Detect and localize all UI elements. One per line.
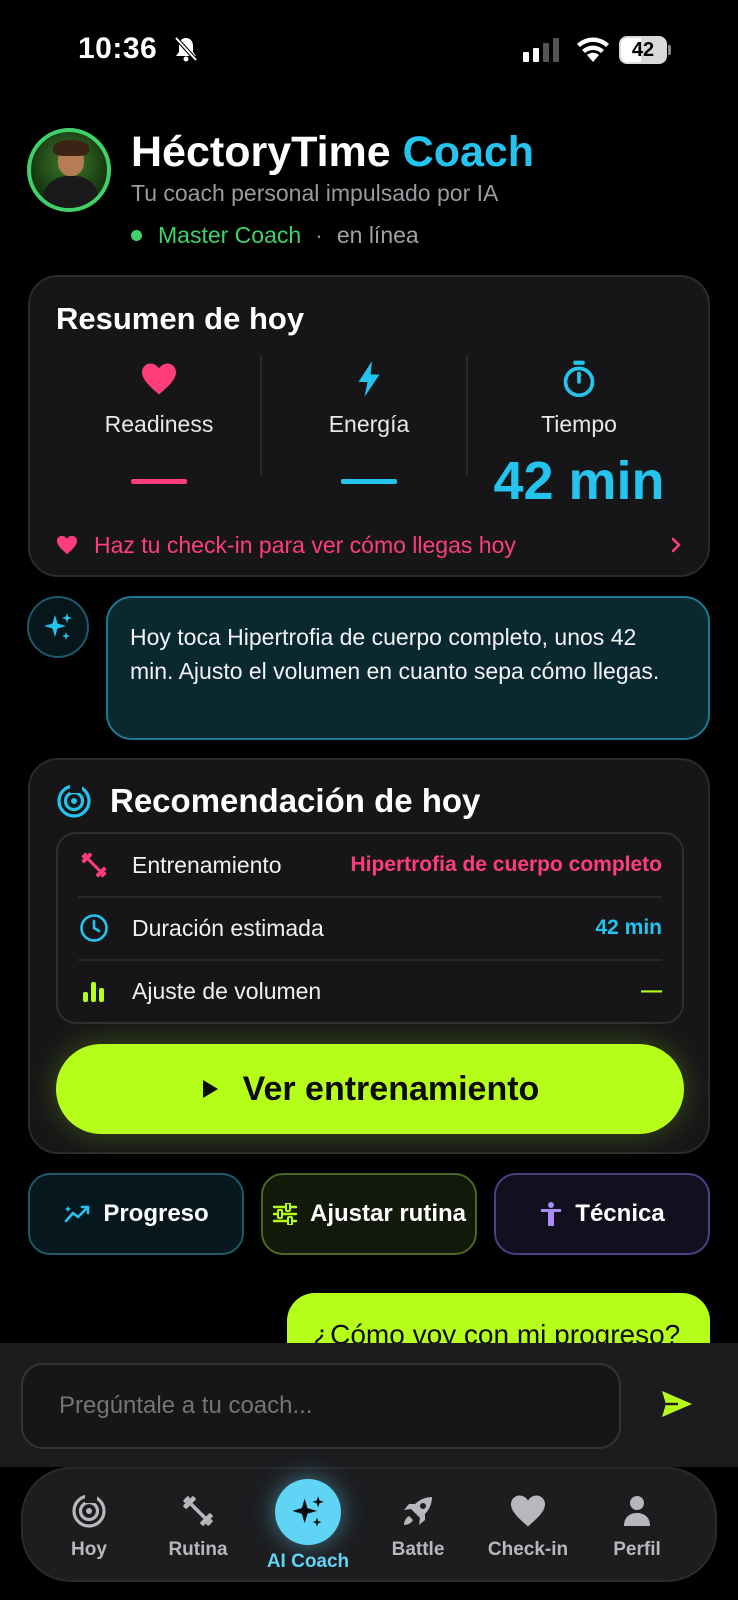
adjust-routine-label: Ajustar rutina — [309, 1200, 467, 1227]
battery-level: 42 — [631, 39, 655, 61]
list-item-entrenamiento: Entrenamiento Hipertrofia de cuerpo comp… — [78, 834, 662, 896]
battery-icon: 42 — [619, 36, 671, 64]
metric-readiness: Readiness — [54, 357, 264, 506]
list-item-volumen: Ajuste de volumen — — [78, 960, 662, 1022]
energia-empty-dash — [341, 478, 397, 484]
trend-icon — [65, 1205, 90, 1223]
target-icon — [57, 783, 91, 818]
nav-label: Perfil — [613, 1539, 661, 1560]
list-item-duracion: Duración estimada 42 min — [78, 897, 662, 959]
heart-icon — [142, 363, 176, 395]
view-workout-button[interactable]: Ver entrenamiento — [56, 1044, 684, 1134]
clock-icon — [80, 914, 108, 942]
technique-button[interactable]: Técnica — [494, 1173, 710, 1255]
sparkles-icon — [44, 613, 72, 640]
page-subtitle: Tu coach personal impulsado por IA — [131, 180, 499, 206]
metric-tiempo: Tiempo 42 min — [474, 357, 684, 511]
metric-energia: Energía — [264, 357, 474, 506]
coach-level: Master Coach — [158, 222, 302, 248]
wifi-icon — [577, 37, 609, 62]
metric-label: Tiempo — [541, 411, 617, 437]
list-item-value: — — [641, 979, 662, 1002]
list-item-value: 42 min — [595, 916, 662, 939]
bell-muted-icon — [174, 36, 198, 62]
metric-divider — [260, 355, 262, 475]
nav-label: Rutina — [168, 1539, 228, 1560]
list-item-label: Duración estimada — [132, 914, 324, 941]
rocket-icon — [404, 1497, 432, 1525]
list-item-value: Hipertrofia de cuerpo completo — [350, 853, 662, 876]
recommendation-list: Entrenamiento Hipertrofia de cuerpo comp… — [56, 832, 684, 1024]
coach-ai-avatar — [27, 596, 89, 658]
user-icon — [624, 1496, 650, 1526]
nav-item-hoy[interactable]: Hoy — [33, 1469, 145, 1584]
nav-label: AI Coach — [266, 1551, 350, 1572]
nav-item-perfil[interactable]: Perfil — [581, 1469, 693, 1584]
nav-item-battle[interactable]: Battle — [362, 1469, 474, 1584]
play-icon — [202, 1080, 218, 1098]
sparkles-icon — [292, 1496, 324, 1527]
online-status: en línea — [336, 222, 419, 248]
coach-avatar[interactable] — [27, 128, 111, 212]
metric-label: Energía — [328, 411, 410, 437]
metric-divider — [466, 355, 468, 475]
nav-item-check-in[interactable]: Check-in — [472, 1469, 584, 1584]
figure-icon — [541, 1202, 562, 1226]
nav-label: Battle — [391, 1539, 445, 1560]
summary-title: Resumen de hoy — [56, 301, 305, 336]
nav-label: Hoy — [71, 1539, 107, 1560]
recommendation-title: Recomendación de hoy — [110, 782, 481, 819]
dumbbell-icon — [81, 852, 107, 878]
cellular-signal-icon — [523, 38, 559, 62]
checkin-prompt[interactable]: Haz tu check-in para ver cómo llegas hoy — [56, 527, 682, 563]
page-title: HéctoryTime Coach — [131, 128, 534, 177]
send-button[interactable] — [652, 1379, 702, 1429]
progress-button[interactable]: Progreso — [28, 1173, 244, 1255]
technique-label: Técnica — [575, 1200, 665, 1227]
sliders-icon — [272, 1203, 298, 1225]
status-time: 10:36 — [78, 32, 158, 65]
bottom-nav: Hoy Rutina AI Coach Battle Check-in Perf… — [21, 1467, 717, 1582]
dumbbell-icon — [183, 1496, 213, 1526]
nav-label: Check-in — [487, 1539, 569, 1560]
metric-label: Readiness — [104, 411, 214, 437]
online-dot — [131, 230, 142, 241]
status-bar: 10:36 42 — [0, 0, 738, 100]
metric-tiempo-value: 42 min — [493, 451, 665, 511]
bars-icon — [83, 982, 104, 1002]
progress-label: Progreso — [103, 1200, 209, 1227]
stopwatch-icon — [563, 360, 595, 398]
readiness-empty-dash — [131, 478, 187, 484]
heart-icon — [57, 535, 77, 555]
nav-item-ai-coach[interactable]: AI Coach — [252, 1469, 364, 1584]
chevron-right-icon — [671, 537, 681, 553]
checkin-prompt-text: Haz tu check-in para ver cómo llegas hoy — [94, 531, 516, 558]
chat-input[interactable] — [21, 1363, 621, 1449]
summary-card: Resumen de hoy Readiness Energía Tiempo … — [28, 275, 710, 577]
list-item-label: Ajuste de volumen — [132, 977, 322, 1004]
send-icon — [662, 1391, 692, 1417]
heart-icon — [511, 1495, 545, 1527]
bolt-icon — [358, 361, 380, 397]
view-workout-label: Ver entrenamiento — [242, 1069, 540, 1108]
status-separator: · — [315, 222, 323, 248]
title-accent: Coach — [402, 128, 535, 176]
chat-input-bar — [0, 1343, 738, 1467]
nav-item-rutina[interactable]: Rutina — [142, 1469, 254, 1584]
title-main: HéctoryTime — [131, 128, 391, 176]
recommendation-card: Recomendación de hoy Entrenamiento Hiper… — [28, 758, 710, 1154]
coach-status: Master Coach · en línea — [131, 222, 419, 249]
list-item-label: Entrenamiento — [132, 851, 282, 878]
target-icon — [72, 1493, 106, 1528]
coach-message-bubble: Hoy toca Hipertrofia de cuerpo completo,… — [106, 596, 710, 740]
adjust-routine-button[interactable]: Ajustar rutina — [261, 1173, 477, 1255]
